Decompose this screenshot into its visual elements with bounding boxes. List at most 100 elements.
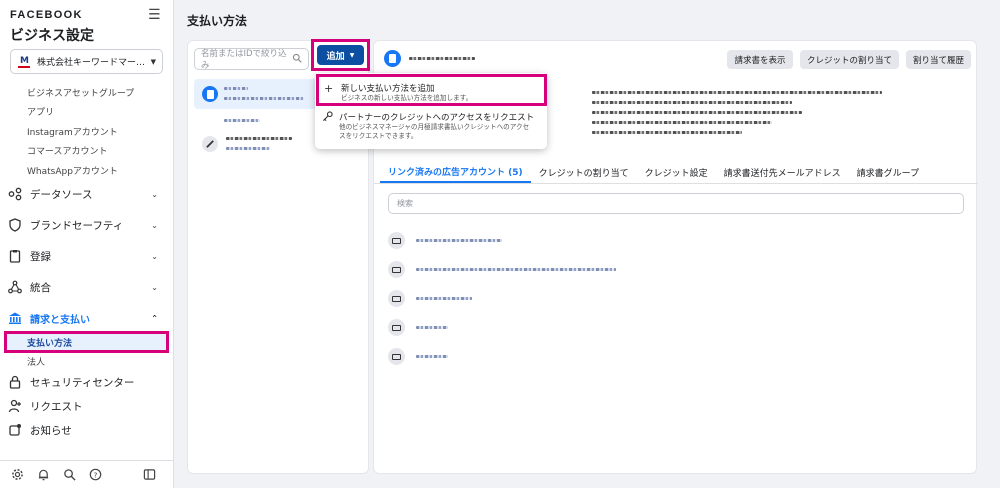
search-icon: [292, 53, 302, 66]
bell-icon[interactable]: [36, 468, 50, 482]
redacted-text: [224, 87, 248, 90]
sidebar-item-registration[interactable]: 登録 ⌄: [8, 246, 158, 266]
business-logo-icon: M: [18, 55, 30, 68]
add-button-highlight: 追加 ▼: [311, 39, 370, 71]
help-icon[interactable]: ?: [88, 468, 102, 482]
ad-account-row[interactable]: [416, 297, 472, 300]
ad-account-icon: [388, 319, 405, 336]
add-new-payment-method-option[interactable]: + 新しい支払い方法を追加 ビジネスの新しい支払い方法を追加します。: [316, 74, 547, 106]
option-description: スをリクエストできます。: [339, 131, 418, 140]
tab-linked-ad-accounts[interactable]: リンク済みの広告アカウント (5): [380, 161, 531, 183]
sidebar-item-label: データソース: [30, 188, 93, 201]
gear-icon[interactable]: [10, 468, 24, 482]
option-title: パートナーのクレジットへのアクセスをリクエスト: [339, 113, 535, 123]
ad-account-icon: [388, 348, 405, 365]
sidebar-item-brand-safety[interactable]: ブランドセーフティ ⌄: [8, 215, 158, 235]
notification-icon: [8, 423, 22, 437]
sidebar-item-label: 登録: [30, 250, 51, 263]
sidebar-item-billing[interactable]: 請求と支払い ⌃: [8, 308, 158, 328]
sidebar-item-asset-groups[interactable]: ビジネスアセットグループ: [27, 86, 134, 99]
sidebar-item-instagram[interactable]: Instagramアカウント: [27, 125, 118, 138]
sidebar-item-data-sources[interactable]: データソース ⌄: [8, 184, 158, 204]
tab-invoice-email[interactable]: 請求書送付先メールアドレス: [716, 161, 849, 183]
tab-credit-assignment[interactable]: クレジットの割り当て: [531, 161, 637, 183]
business-name: 株式会社キーワードマー…: [37, 58, 146, 68]
ad-account-icon: [388, 232, 405, 249]
filter-placeholder: 名前またはIDで絞り込み: [201, 49, 287, 71]
panel-toggle-icon[interactable]: [142, 468, 156, 482]
detail-tabs: リンク済みの広告アカウント (5) クレジットの割り当て クレジット設定 請求書…: [380, 161, 927, 183]
sidebar-item-requests[interactable]: リクエスト: [8, 396, 158, 416]
business-selector[interactable]: M 株式会社キーワードマー… ▼: [10, 49, 163, 74]
menu-icon[interactable]: ☰: [148, 7, 161, 23]
person-add-icon: [8, 399, 22, 413]
chevron-down-icon: ⌄: [151, 189, 158, 199]
chevron-up-icon: ⌃: [151, 313, 158, 323]
add-button-label: 追加: [326, 51, 345, 62]
sidebar-item-label: 統合: [30, 281, 51, 294]
redacted-text: [226, 147, 270, 150]
assignment-history-button[interactable]: 割り当て履歴: [906, 50, 971, 69]
sidebar-item-label: 請求と支払い: [30, 314, 90, 326]
request-partner-credit-option[interactable]: パートナーのクレジットへのアクセスをリクエスト 他のビジネスマネージャの月極請求…: [319, 111, 544, 140]
sidebar-item-apps[interactable]: アプリ: [27, 105, 54, 118]
ad-account-search-input[interactable]: 検索: [388, 193, 964, 214]
sidebar-item-security-center[interactable]: セキュリティセンター: [8, 372, 158, 392]
ad-account-row[interactable]: [416, 239, 502, 242]
bank-icon: [8, 311, 22, 325]
card-icon: [202, 86, 218, 102]
sidebar-item-corporation[interactable]: 法人: [27, 355, 45, 368]
add-dropdown-menu: + 新しい支払い方法を追加 ビジネスの新しい支払い方法を追加します。 パートナー…: [315, 73, 547, 149]
sidebar-item-label: リクエスト: [30, 400, 83, 413]
tab-invoice-groups[interactable]: 請求書グループ: [849, 161, 927, 183]
ad-account-row[interactable]: [416, 326, 448, 329]
redacted-text: [592, 131, 742, 134]
sidebar-item-label: セキュリティセンター: [30, 376, 135, 389]
redacted-text: [226, 137, 292, 140]
clipboard-icon: [8, 249, 22, 263]
tab-credit-settings[interactable]: クレジット設定: [637, 161, 716, 183]
option-description: ビジネスの新しい支払い方法を追加します。: [341, 94, 473, 102]
redacted-text: [409, 57, 475, 60]
assign-credit-button[interactable]: クレジットの割り当て: [800, 50, 899, 69]
sidebar-item-integrations[interactable]: 統合 ⌄: [8, 277, 158, 297]
ad-account-row[interactable]: [416, 355, 448, 358]
facebook-logo: FACEBOOK: [10, 9, 83, 21]
sidebar-bottom-bar: ?: [0, 460, 173, 488]
lock-icon: [8, 375, 22, 389]
chevron-down-icon: ⌄: [151, 220, 158, 230]
filter-input[interactable]: 名前またはIDで絞り込み: [194, 48, 309, 71]
sidebar: FACEBOOK ☰ ビジネス設定 M 株式会社キーワードマー… ▼ ビジネスア…: [0, 0, 174, 488]
sidebar-item-payment-methods[interactable]: 支払い方法: [4, 331, 169, 353]
business-settings-title: ビジネス設定: [10, 28, 94, 44]
svg-text:?: ?: [93, 470, 97, 479]
view-invoice-button[interactable]: 請求書を表示: [727, 50, 793, 69]
sidebar-item-whatsapp[interactable]: WhatsAppアカウント: [27, 164, 118, 177]
add-button[interactable]: 追加 ▼: [317, 45, 364, 65]
redacted-text: [592, 111, 802, 114]
tabs-divider: [374, 183, 978, 184]
card-icon: [384, 50, 401, 67]
integrations-icon: [8, 280, 22, 294]
search-icon[interactable]: [62, 468, 76, 482]
chevron-down-icon: ⌄: [151, 282, 158, 292]
ad-account-row[interactable]: [416, 268, 616, 271]
key-icon: [322, 111, 333, 140]
sidebar-item-label: お知らせ: [30, 424, 72, 437]
page-title: 支払い方法: [187, 14, 248, 28]
redacted-text: [592, 91, 882, 94]
data-sources-icon: [8, 187, 22, 201]
caret-down-icon: ▼: [349, 51, 355, 59]
option-title: 新しい支払い方法を追加: [341, 84, 435, 94]
shield-icon: [8, 218, 22, 232]
caret-down-icon: ▼: [150, 57, 156, 66]
sidebar-item-notifications[interactable]: お知らせ: [8, 420, 158, 440]
redacted-text: [224, 97, 304, 100]
card-icon: [202, 136, 218, 152]
redacted-text: [224, 119, 260, 122]
sidebar-item-commerce[interactable]: コマースアカウント: [27, 144, 108, 157]
ad-account-icon: [388, 261, 405, 278]
redacted-text: [592, 101, 792, 104]
ad-account-icon: [388, 290, 405, 307]
redacted-text: [592, 121, 772, 124]
